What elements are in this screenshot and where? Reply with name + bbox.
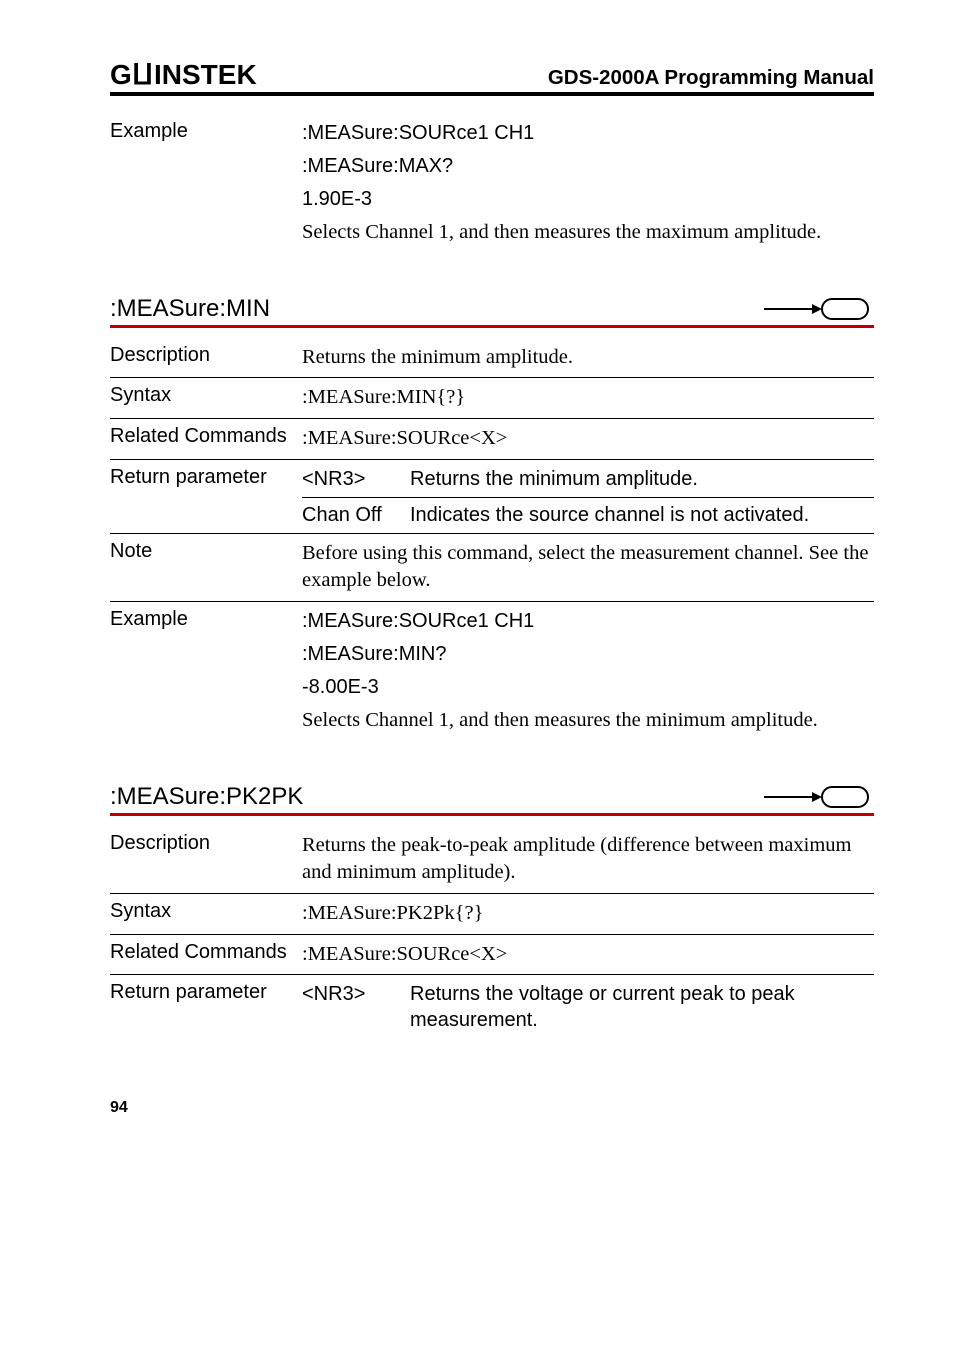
description-text: Returns the minimum amplitude. [302,344,874,372]
example-line1: :MEASure:SOURce1 CH1 [302,120,874,147]
return-content: <NR3> Returns the minimum amplitude. Cha… [302,466,874,533]
example-line1: :MEASure:SOURce1 CH1 [302,608,874,635]
example-line2: :MEASure:MAX? [302,153,874,180]
note-label: Note [110,540,302,563]
syntax-label: Syntax [110,384,302,407]
section-measure-min: :MEASure:MIN [110,295,874,323]
related-commands-row: Related Commands :MEASure:SOURce<X> [110,419,874,459]
example-description: Selects Channel 1, and then measures the… [302,707,874,735]
query-icon [764,784,874,810]
example-line3: 1.90E-3 [302,186,874,213]
return-desc-1: Returns the minimum amplitude. [410,466,874,493]
syntax-text: :MEASure:MIN{?} [302,384,874,412]
description-label: Description [110,344,302,367]
return-param-2: Chan Off [302,502,410,529]
related-text: :MEASure:SOURce<X> [302,425,874,453]
syntax-label: Syntax [110,900,302,923]
return-desc: Returns the voltage or current peak to p… [410,981,874,1033]
brand-logo: G ⵡ INSTEK [110,60,285,90]
example-content: :MEASure:SOURce1 CH1 :MEASure:MAX? 1.90E… [302,120,874,247]
header-divider [110,92,874,96]
example-label: Example [110,120,302,143]
example-line2: :MEASure:MIN? [302,641,874,668]
document-title: GDS-2000A Programming Manual [548,66,874,90]
related-label: Related Commands [110,425,302,448]
return-label: Return parameter [110,466,302,489]
description-text: Returns the peak-to-peak amplitude (diff… [302,832,874,887]
svg-text:INSTEK: INSTEK [154,60,257,90]
return-content: <NR3> Returns the voltage or current pea… [302,981,874,1033]
section-divider [110,813,874,816]
return-parameter-row: Return parameter <NR3> Returns the volta… [110,975,874,1039]
example-row: Example :MEASure:SOURce1 CH1 :MEASure:MA… [110,114,874,253]
syntax-row: Syntax :MEASure:MIN{?} [110,378,874,418]
syntax-row: Syntax :MEASure:PK2Pk{?} [110,894,874,934]
return-parameter-row: Return parameter <NR3> Returns the minim… [110,460,874,533]
note-row: Note Before using this command, select t… [110,534,874,601]
return-desc-2: Indicates the source channel is not acti… [410,502,874,529]
example-content: :MEASure:SOURce1 CH1 :MEASure:MIN? -8.00… [302,608,874,735]
related-commands-row: Related Commands :MEASure:SOURce<X> [110,935,874,975]
example-row: Example :MEASure:SOURce1 CH1 :MEASure:MI… [110,602,874,741]
example-description: Selects Channel 1, and then measures the… [302,219,874,247]
section-measure-pk2pk: :MEASure:PK2PK [110,783,874,811]
section-title: :MEASure:PK2PK [110,783,303,811]
return-param: <NR3> [302,981,410,1033]
related-label: Related Commands [110,941,302,964]
return-label: Return parameter [110,981,302,1004]
description-row: Description Returns the peak-to-peak amp… [110,826,874,893]
section-title: :MEASure:MIN [110,295,270,323]
return-param-1: <NR3> [302,466,410,493]
page-number: 94 [110,1099,874,1117]
page-header: G ⵡ INSTEK GDS-2000A Programming Manual [110,60,874,90]
related-text: :MEASure:SOURce<X> [302,941,874,969]
description-row: Description Returns the minimum amplitud… [110,338,874,378]
section-divider [110,325,874,328]
note-text: Before using this command, select the me… [302,540,874,595]
query-icon [764,296,874,322]
svg-text:G: G [110,60,131,90]
syntax-text: :MEASure:PK2Pk{?} [302,900,874,928]
example-label: Example [110,608,302,631]
example-line3: -8.00E-3 [302,674,874,701]
svg-text:ⵡ: ⵡ [132,60,152,90]
description-label: Description [110,832,302,855]
